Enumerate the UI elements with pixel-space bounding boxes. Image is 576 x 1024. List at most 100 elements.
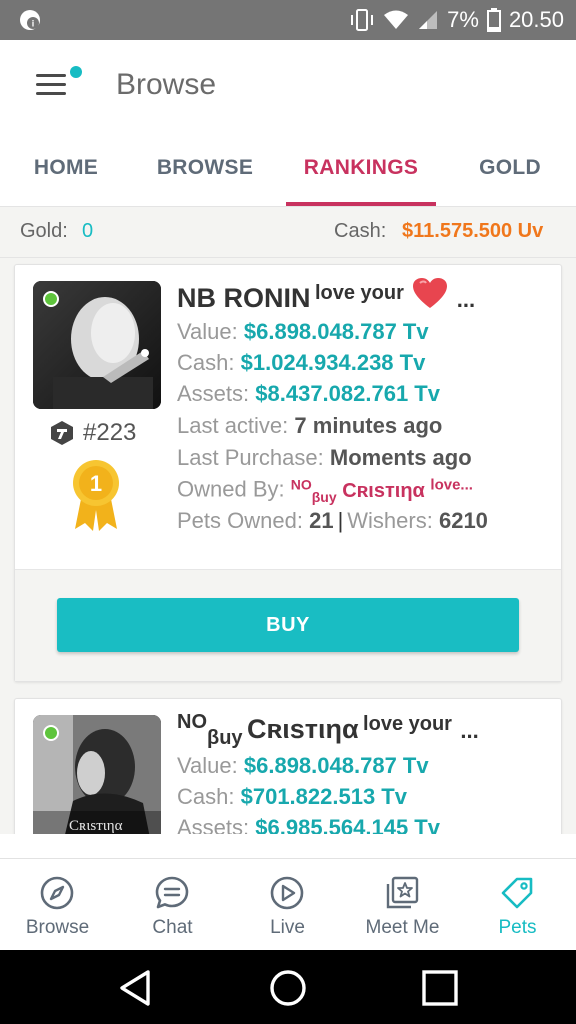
- card-footer: BUY: [15, 569, 561, 681]
- balance-bar: Gold: 0 Cash: $11.575.500 Uv: [0, 206, 576, 258]
- page-title: Browse: [116, 68, 217, 101]
- app-bar: Browse: [0, 40, 576, 130]
- cash-row: Cash: $701.822.513 Tv: [177, 784, 407, 810]
- battery-percent: 7%: [447, 7, 479, 32]
- pet-photo[interactable]: Cʀιѕтιηα: [33, 715, 161, 834]
- medal-icon: 1: [73, 460, 119, 531]
- last-active-row: Last active: 7 minutes ago: [177, 413, 442, 439]
- tab-bar: HOME BROWSE RANKINGS GOLD: [0, 130, 576, 206]
- clock: 20.50: [508, 7, 564, 32]
- value-amount: $6.898.048.787 Tv: [243, 319, 429, 344]
- tab-home[interactable]: HOME: [0, 130, 132, 206]
- last-purchase-label: Last Purchase:: [177, 445, 324, 470]
- nav-chat-label: Chat: [152, 917, 193, 938]
- pet-name: Cʀιѕтιηα: [247, 714, 359, 744]
- pet-name-suffix: love your: [314, 282, 404, 304]
- pet-name-line[interactable]: NB RONIN love your ...: [177, 277, 547, 314]
- pet-name-line[interactable]: NOβuу Cʀιѕтιηα love your ...: [177, 711, 547, 750]
- buy-button[interactable]: BUY: [57, 598, 519, 652]
- notification-app-icon: i: [20, 10, 40, 30]
- nav-meet-me-label: Meet Me: [365, 917, 440, 938]
- pets-owned-row: Pets Owned: 21 | Wishers: 6210: [177, 508, 488, 534]
- heart-icon: [413, 278, 448, 308]
- photo-caption: Cʀιѕтιηα: [69, 818, 123, 834]
- pet-card[interactable]: Cʀιѕтιηα NOβuу Cʀιѕтιηα love your ... Va…: [14, 698, 562, 834]
- medal-rank: 1: [90, 471, 102, 496]
- owned-by-row[interactable]: Owned By: NOβuу Cʀιѕтιηα love...: [177, 476, 473, 505]
- stat-separator: |: [337, 508, 344, 533]
- cash-row: Cash: $1.024.934.238 Tv: [177, 350, 425, 376]
- cash-row-label: Cash:: [177, 784, 235, 809]
- nav-pets-label: Pets: [498, 917, 537, 938]
- tab-gold[interactable]: GOLD: [444, 130, 576, 206]
- cash-amount: $1.024.934.238 Tv: [240, 350, 426, 375]
- wishers-count: 6210: [438, 508, 488, 533]
- last-active-value: 7 minutes ago: [294, 413, 443, 438]
- cash-row-label: Cash:: [177, 350, 235, 375]
- bottom-navigation: Browse Chat Live Meet Me Pets: [0, 858, 576, 950]
- recent-apps-icon[interactable]: [418, 966, 462, 1010]
- value-label: Value:: [177, 319, 238, 344]
- nav-live[interactable]: Live: [230, 859, 345, 951]
- name-ellipsis: ...: [460, 718, 479, 743]
- gold-value: 0: [82, 220, 94, 242]
- rank-badge-icon: [51, 421, 73, 445]
- nav-live-label: Live: [270, 917, 305, 938]
- assets-label: Assets:: [177, 381, 250, 406]
- star-cards-icon: [386, 876, 419, 909]
- svg-text:i: i: [32, 19, 35, 29]
- value-row: Value: $6.898.048.787 Tv: [177, 319, 429, 345]
- pet-card[interactable]: #223 1 NB RONIN love your ... Value: $6.…: [14, 264, 562, 682]
- nav-chat[interactable]: Chat: [115, 859, 230, 951]
- vibrate-icon: [351, 9, 374, 31]
- nav-browse-label: Browse: [25, 917, 90, 938]
- cash-amount: $701.822.513 Tv: [240, 784, 407, 809]
- pets-owned-count: 21: [309, 508, 334, 533]
- assets-amount: $8.437.082.761 Tv: [255, 381, 440, 406]
- cash-value: $11.575.500 Uv: [402, 220, 544, 242]
- home-circle-icon[interactable]: [266, 966, 310, 1010]
- name-ellipsis: ...: [456, 287, 476, 312]
- value-amount: $6.898.048.787 Tv: [243, 753, 429, 778]
- tab-browse[interactable]: BROWSE: [132, 130, 278, 206]
- owned-by-label: Owned By:: [177, 476, 285, 502]
- online-indicator: [43, 291, 59, 307]
- tag-icon: [501, 877, 533, 909]
- owner-name-sup: NO: [290, 476, 312, 492]
- tab-rankings[interactable]: RANKINGS: [278, 130, 444, 206]
- rank-number: #223: [83, 419, 137, 446]
- wifi-icon: [384, 10, 409, 29]
- pet-name-sub: βuу: [207, 727, 243, 749]
- system-navigation-bar: [0, 950, 576, 1024]
- gold-label: Gold:: [20, 220, 68, 242]
- pet-name-sup: NO: [177, 711, 207, 733]
- owner-name-main: Cʀιѕтιηα: [342, 479, 425, 502]
- chat-bubble-icon: [155, 876, 189, 909]
- cash-label: Cash:: [334, 220, 387, 242]
- owner-name[interactable]: NOβuу Cʀιѕтιηα love...: [291, 476, 473, 505]
- compass-icon: [40, 876, 74, 910]
- last-purchase-value: Moments ago: [329, 445, 472, 470]
- rankings-list[interactable]: #223 1 NB RONIN love your ... Value: $6.…: [0, 258, 576, 834]
- assets-label: Assets:: [177, 815, 250, 834]
- last-purchase-row: Last Purchase: Moments ago: [177, 445, 472, 471]
- nav-meet-me[interactable]: Meet Me: [345, 859, 460, 951]
- owner-name-suffix: love...: [430, 476, 473, 493]
- wishers-label: Wishers:: [347, 508, 433, 533]
- online-indicator: [43, 725, 59, 741]
- notification-dot: [70, 66, 82, 78]
- last-active-label: Last active:: [177, 413, 289, 438]
- tab-rankings-label: RANKINGS: [303, 156, 419, 179]
- value-row: Value: $6.898.048.787 Tv: [177, 753, 429, 779]
- rank: #223: [49, 419, 136, 447]
- assets-amount: $6.985.564.145 Tv: [255, 815, 440, 834]
- signal-icon: [419, 11, 438, 29]
- assets-row: Assets: $6.985.564.145 Tv: [177, 815, 440, 834]
- assets-row: Assets: $8.437.082.761 Tv: [177, 381, 440, 407]
- back-icon[interactable]: [114, 966, 158, 1010]
- pet-name-suffix: love your: [363, 713, 452, 735]
- nav-browse[interactable]: Browse: [0, 859, 115, 951]
- pet-photo[interactable]: [33, 281, 161, 409]
- status-bar: i 7% 20.50: [0, 0, 576, 40]
- nav-pets[interactable]: Pets: [460, 859, 575, 951]
